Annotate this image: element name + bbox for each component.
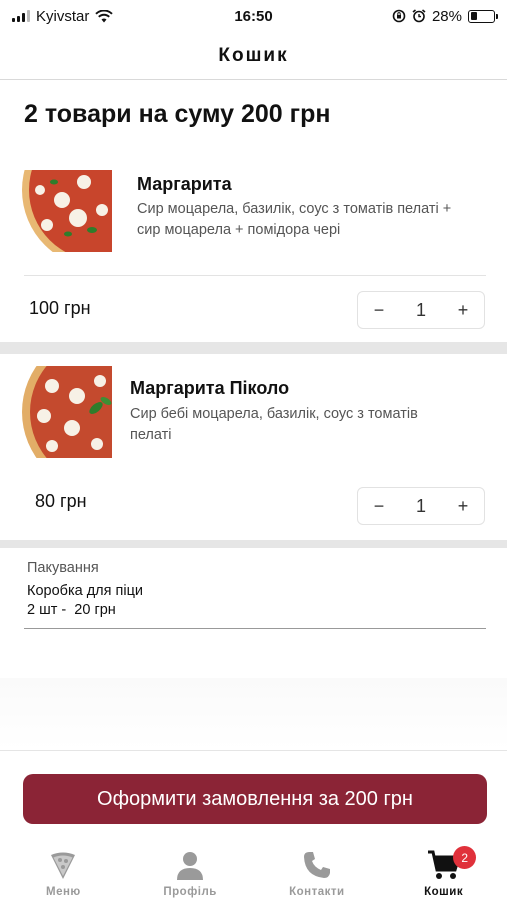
pizza-margherita-image — [22, 170, 112, 252]
header: Кошик — [0, 32, 507, 80]
cart-item: Маргарита Піколо Сир бебі моцарела, бази… — [0, 354, 507, 540]
wifi-icon — [95, 9, 114, 22]
empty-space — [0, 678, 507, 750]
battery-level-fill — [470, 12, 477, 20]
tab-label: Контакти — [289, 886, 345, 898]
tab-cart[interactable]: 2 Кошик — [380, 840, 507, 900]
pizza-icon — [46, 848, 80, 882]
item-price: 100 грн — [29, 298, 91, 318]
decrease-quantity-button[interactable]: − — [372, 300, 386, 321]
packaging-title: Пакування — [27, 560, 99, 576]
tab-profile[interactable]: Профіль — [127, 840, 254, 900]
alarm-icon — [412, 9, 426, 23]
tab-label: Кошик — [424, 886, 464, 898]
signal-icon — [12, 10, 30, 22]
status-right: 28% — [392, 7, 498, 25]
packaging-section: Пакування Коробка для піци 2 шт - 20 грн — [0, 548, 507, 678]
status-bar: Kyivstar 16:50 28% — [0, 0, 507, 32]
cart-count-badge: 2 — [453, 846, 477, 869]
increase-quantity-button[interactable]: + — [456, 300, 470, 321]
battery-percent: 28% — [431, 7, 462, 25]
page-title: Кошик — [218, 44, 289, 66]
packaging-name: Коробка для піци — [27, 583, 143, 599]
divider — [24, 628, 486, 629]
decrease-quantity-button[interactable]: − — [372, 496, 386, 517]
quantity-stepper: − 1 + — [357, 291, 485, 329]
item-description: Сир моцарела, базилік, соус з томатів пе… — [137, 201, 452, 238]
phone-icon — [300, 848, 334, 882]
section-divider — [0, 540, 507, 548]
divider — [24, 275, 486, 276]
quantity-stepper: − 1 + — [357, 487, 485, 525]
packaging-quantity-price: 2 шт - 20 грн — [27, 602, 116, 618]
tab-contacts[interactable]: Контакти — [254, 840, 381, 900]
item-price: 80 грн — [35, 491, 87, 511]
orientation-lock-icon — [392, 9, 406, 23]
section-divider — [0, 342, 507, 354]
cart-summary: 2 товари на суму 200 грн — [24, 100, 331, 128]
increase-quantity-button[interactable]: + — [456, 496, 470, 517]
battery-icon — [468, 9, 498, 23]
tab-bar: Меню Профіль Контакти 2 Кошик — [0, 840, 507, 900]
item-name: Маргарита — [137, 174, 232, 194]
quantity-value: 1 — [415, 495, 426, 516]
tab-label: Профіль — [163, 886, 217, 898]
cart-item: Маргарита Сир моцарела, базилік, соус з … — [0, 160, 507, 342]
carrier-name: Kyivstar — [36, 7, 90, 25]
status-left: Kyivstar — [12, 7, 114, 25]
item-name: Маргарита Піколо — [130, 378, 290, 398]
tab-label: Меню — [46, 886, 81, 898]
user-icon — [173, 848, 207, 882]
checkout-button[interactable]: Оформити замовлення за 200 грн — [23, 774, 487, 824]
quantity-value: 1 — [415, 299, 426, 320]
tab-menu[interactable]: Меню — [0, 840, 127, 900]
divider — [0, 750, 507, 751]
pizza-margherita-piccolo-image — [22, 366, 112, 458]
item-description: Сир бебі моцарела, базилік, соус з томат… — [130, 406, 418, 443]
